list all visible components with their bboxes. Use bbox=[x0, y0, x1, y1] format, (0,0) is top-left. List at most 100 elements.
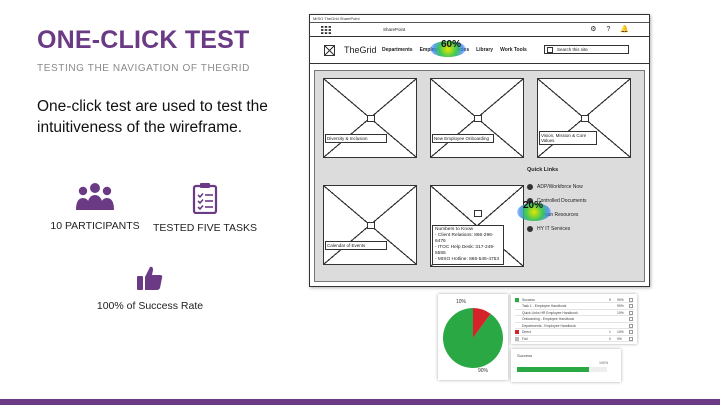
row-label: Fail bbox=[522, 336, 528, 341]
stat-participants-label: 10 PARTICIPANTS bbox=[50, 220, 140, 232]
row-expand-button[interactable] bbox=[629, 304, 633, 308]
wireframe-topbar: SharePoint ⚙ ? 🔔 bbox=[310, 23, 649, 37]
heatmap-links-label: 20% bbox=[523, 200, 544, 211]
success-bar-fill bbox=[517, 367, 589, 372]
stat-participants: 10 PARTICIPANTS bbox=[40, 182, 150, 233]
row-label: Direct bbox=[522, 330, 531, 334]
quick-link-label: ADP/Workforce Now bbox=[537, 184, 583, 190]
stat-success: 100% of Success Rate bbox=[95, 264, 205, 313]
stat-tasks: TESTED FIVE TASKS bbox=[150, 182, 260, 235]
row-expand-button[interactable] bbox=[629, 297, 633, 302]
wireframe-logo: TheGrid bbox=[344, 45, 377, 55]
numbers-line: - ITOC Help Desk: 317-249-5555 bbox=[435, 245, 495, 256]
nav-work-tools: Work Tools bbox=[500, 47, 527, 53]
legend-swatch bbox=[515, 304, 519, 308]
results-pie-chart bbox=[443, 308, 503, 368]
wireframe-search-placeholder: Search this site bbox=[557, 47, 588, 52]
row-label: Onboarding - Employee Handbook bbox=[522, 317, 575, 321]
row-expand-button[interactable] bbox=[629, 323, 633, 328]
wireframe-screenshot: MISO TheGrid SharePoint SharePoint ⚙ ? 🔔… bbox=[309, 14, 650, 287]
results-bar-card: Success 100% bbox=[511, 349, 621, 382]
row-expand-button[interactable] bbox=[629, 310, 633, 315]
row-pct: 10% bbox=[617, 310, 624, 315]
row-pct: 10% bbox=[617, 330, 624, 334]
slide-subtitle: TESTING THE NAVIGATION OF THEGRID bbox=[37, 63, 250, 74]
intro-text: One-click test are used to test the intu… bbox=[37, 98, 268, 136]
tile-diversity: Diversity & Inclusion bbox=[323, 78, 417, 158]
pie-fail-pct: 10% bbox=[456, 299, 467, 305]
table-row: Fail 0 0% bbox=[515, 336, 633, 342]
row-label: Task 1 - Employee Handbook bbox=[522, 304, 567, 308]
row-pct: 90% bbox=[617, 304, 624, 308]
app-launcher-icon bbox=[321, 26, 331, 34]
table-row: Departments - Employee Handbook bbox=[515, 323, 633, 329]
tile-label: New Employee Onboarding bbox=[432, 134, 494, 143]
image-placeholder-icon bbox=[581, 115, 589, 122]
wireframe-search: Search this site bbox=[544, 45, 629, 54]
bar-title: Success bbox=[517, 353, 533, 358]
image-placeholder-icon bbox=[474, 210, 482, 217]
search-icon bbox=[547, 47, 553, 53]
legend-swatch bbox=[515, 310, 519, 315]
results-table-card: Success 9 90% Task 1 - Employee Handbook 90%… bbox=[511, 294, 637, 344]
table-row: Onboarding - Employee Handbook bbox=[515, 317, 633, 323]
numbers-line: - Client Relations: 866-296-6476 bbox=[435, 233, 494, 244]
stat-success-label: 100% of Success Rate bbox=[96, 300, 204, 312]
tile-onboarding: New Employee Onboarding bbox=[430, 78, 524, 158]
link-bullet-icon bbox=[527, 184, 533, 190]
quick-link-item: Human Resources 20% bbox=[517, 200, 637, 222]
wireframe-top-icons: ⚙ ? 🔔 bbox=[590, 26, 633, 33]
legend-swatch bbox=[515, 317, 519, 321]
numbers-to-know: Numbers to Know - Client Relations: 866-… bbox=[432, 225, 504, 265]
quick-links: Quick Links ADP/Workforce Now Controlled… bbox=[517, 167, 637, 236]
tile-label: Vision, Mission & Core Values bbox=[539, 131, 597, 145]
image-placeholder-icon bbox=[474, 115, 482, 122]
table-row: Task 1 - Employee Handbook 90% bbox=[515, 304, 633, 310]
legend-swatch bbox=[515, 323, 519, 328]
nav-departments: Departments bbox=[382, 47, 413, 53]
nav-library: Library bbox=[476, 47, 494, 53]
logo-placeholder-icon bbox=[324, 45, 335, 56]
heatmap-nav-label: 60% bbox=[441, 39, 462, 50]
row-count: 9 bbox=[609, 297, 611, 302]
row-count: 1 bbox=[609, 330, 611, 334]
quick-links-title: Quick Links bbox=[527, 167, 559, 173]
row-label: Success bbox=[522, 297, 535, 302]
results-pie-card: 10% 90% bbox=[438, 294, 508, 380]
people-icon bbox=[76, 183, 114, 210]
quick-link-item: ADP/Workforce Now bbox=[527, 180, 637, 194]
image-placeholder-icon bbox=[367, 115, 375, 122]
tile-numbers: Numbers to Know - Client Relations: 866-… bbox=[430, 185, 524, 267]
wireframe-body: Diversity & Inclusion New Employee Onboa… bbox=[314, 70, 645, 282]
row-label: Departments - Employee Handbook bbox=[522, 323, 576, 328]
bottom-accent-rule bbox=[0, 399, 720, 405]
quick-link-label: HY IT Services bbox=[537, 226, 571, 232]
pie-success-pct: 90% bbox=[478, 368, 489, 374]
row-pct: 90% bbox=[617, 297, 624, 302]
legend-swatch bbox=[515, 297, 519, 302]
clipboard-checklist-icon bbox=[192, 183, 218, 214]
wireframe-app-name: SharePoint bbox=[383, 27, 406, 32]
legend-swatch bbox=[515, 336, 519, 341]
tile-label: Calendar of Events bbox=[325, 241, 387, 250]
row-label: Quick Links HR Employee Handbook bbox=[522, 310, 578, 315]
link-bullet-icon bbox=[527, 226, 533, 232]
thumbs-up-icon bbox=[137, 266, 163, 290]
legend-swatch bbox=[515, 330, 519, 334]
row-pct: 0% bbox=[617, 336, 622, 341]
numbers-line: - MISO Hotline: 866-546-4753 bbox=[435, 257, 499, 262]
row-count: 0 bbox=[609, 336, 611, 341]
stat-tasks-label: TESTED FIVE TASKS bbox=[152, 222, 258, 234]
tile-vision: Vision, Mission & Core Values bbox=[537, 78, 631, 158]
wireframe-tab-title: MISO TheGrid SharePoint bbox=[310, 15, 649, 23]
wireframe-nav: TheGrid Departments Employee Policies Li… bbox=[310, 37, 649, 64]
image-placeholder-icon bbox=[367, 222, 375, 229]
quick-link-label: Controlled Documents bbox=[537, 198, 587, 204]
row-expand-button[interactable] bbox=[629, 330, 633, 334]
table-row: Success 9 90% bbox=[515, 297, 633, 303]
table-row: Direct 1 10% bbox=[515, 330, 633, 336]
row-expand-button[interactable] bbox=[629, 317, 633, 321]
slide-title: ONE-CLICK TEST bbox=[37, 26, 250, 54]
row-expand-button[interactable] bbox=[629, 336, 633, 341]
quick-link-item: HY IT Services bbox=[527, 222, 637, 236]
